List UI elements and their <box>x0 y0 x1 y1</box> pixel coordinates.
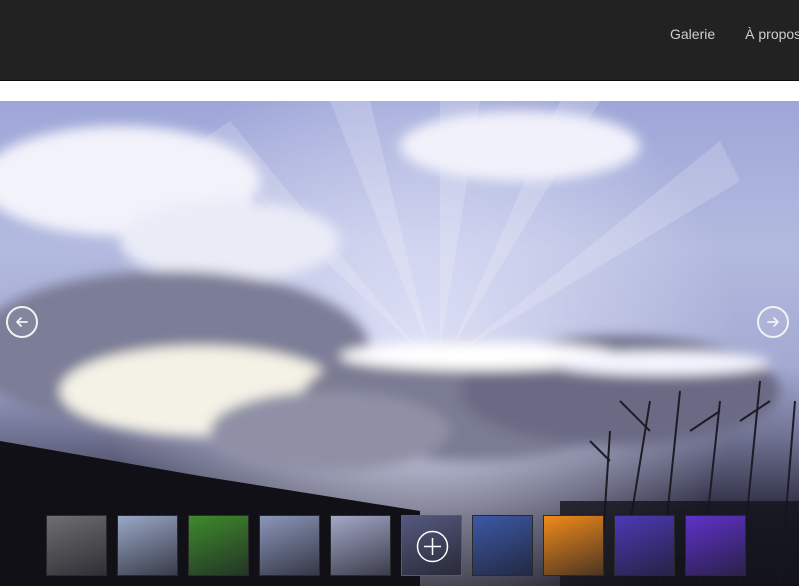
arrow-left-icon <box>16 317 28 327</box>
thumbnail-strip <box>46 515 746 576</box>
thumbnail-1[interactable] <box>46 515 107 576</box>
thumbnail-4[interactable] <box>259 515 320 576</box>
thumbnail-2[interactable] <box>117 515 178 576</box>
thumbnail-5[interactable] <box>330 515 391 576</box>
next-slide-button[interactable] <box>757 306 789 338</box>
thumbnail-8[interactable] <box>543 515 604 576</box>
thumbnail-6[interactable] <box>401 515 462 576</box>
thumbnail-10[interactable] <box>685 515 746 576</box>
main-nav: Galerie À propos <box>670 26 799 42</box>
top-navbar: Galerie À propos <box>0 0 799 81</box>
arrow-right-icon <box>767 317 779 327</box>
thumbnail-9[interactable] <box>614 515 675 576</box>
slide-image <box>0 101 799 586</box>
nav-link-galerie[interactable]: Galerie <box>670 26 715 42</box>
zoom-plus-icon <box>416 530 449 563</box>
nav-link-a-propos[interactable]: À propos <box>745 26 799 42</box>
slideshow-stage <box>0 101 799 586</box>
previous-slide-button[interactable] <box>6 306 38 338</box>
thumbnail-3[interactable] <box>188 515 249 576</box>
thumbnail-7[interactable] <box>472 515 533 576</box>
